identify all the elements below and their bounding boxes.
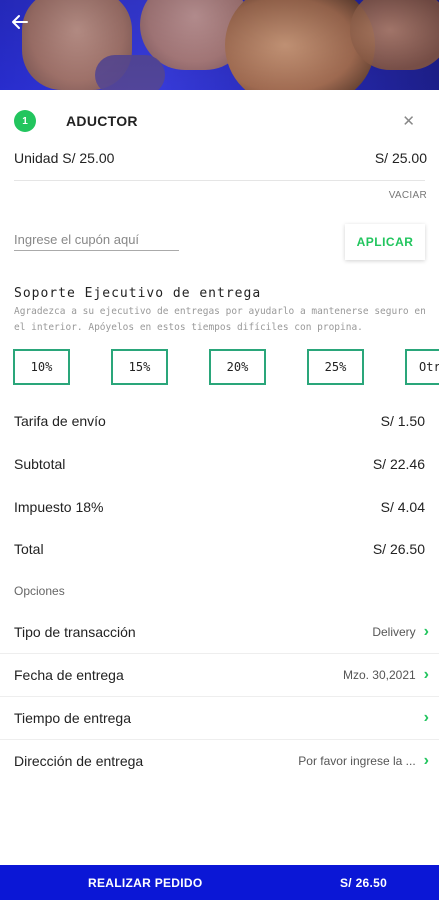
shipping-fee-value: S/ 1.50	[380, 413, 425, 429]
arrow-left-icon[interactable]	[10, 12, 34, 36]
total-row: Total S/ 26.50	[14, 541, 425, 557]
unit-price-row: Unidad S/ 25.00 S/ 25.00	[14, 150, 427, 166]
subtotal-label: Subtotal	[14, 456, 66, 472]
option-label: Tiempo de entrega	[14, 709, 131, 726]
quantity-badge: 1	[14, 110, 36, 132]
hero-banner-image	[0, 0, 439, 90]
chevron-right-icon: ›	[423, 708, 429, 726]
place-order-label: REALIZAR PEDIDO	[88, 875, 203, 890]
option-label: Fecha de entrega	[14, 666, 124, 683]
chevron-right-icon: ›	[423, 665, 429, 683]
total-label: Total	[14, 541, 44, 557]
option-value: Por favor ingrese la ...	[298, 753, 416, 768]
order-total: S/ 26.50	[340, 875, 388, 890]
option-row-delivery-time[interactable]: Tiempo de entrega ›	[14, 696, 429, 739]
chevron-right-icon: ›	[423, 622, 429, 640]
unit-price-label: Unidad S/ 25.00	[14, 150, 115, 166]
tip-option-10[interactable]: 10%	[13, 349, 70, 385]
support-title: Soporte Ejecutivo de entrega	[14, 286, 262, 301]
option-label: Tipo de transacción	[14, 623, 136, 640]
apply-coupon-button[interactable]: APLICAR	[345, 224, 425, 260]
tip-option-other[interactable]: Otr	[405, 349, 439, 385]
option-row-delivery-date[interactable]: Fecha de entrega Mzo. 30,2021 ›	[14, 653, 429, 696]
support-description: Agradezca a su ejecutivo de entregas por…	[14, 306, 426, 333]
tax-label: Impuesto 18%	[14, 499, 104, 515]
option-row-transaction-type[interactable]: Tipo de transacción Delivery ›	[14, 610, 429, 653]
tip-option-15[interactable]: 15%	[111, 349, 168, 385]
options-heading: Opciones	[14, 584, 65, 598]
chevron-right-icon: ›	[423, 751, 429, 769]
coupon-input[interactable]	[14, 229, 179, 251]
tax-row: Impuesto 18% S/ 4.04	[14, 499, 425, 515]
shipping-fee-row: Tarifa de envío S/ 1.50	[14, 413, 425, 429]
place-order-bar[interactable]: REALIZAR PEDIDO S/ 26.50	[0, 865, 439, 900]
clear-cart-button[interactable]: VACIAR	[389, 190, 427, 201]
shipping-fee-label: Tarifa de envío	[14, 413, 106, 429]
close-icon[interactable]: ✕	[402, 112, 415, 130]
subtotal-value: S/ 22.46	[372, 456, 425, 472]
option-row-delivery-address[interactable]: Dirección de entrega Por favor ingrese l…	[14, 739, 429, 782]
unit-price-total: S/ 25.00	[374, 150, 427, 166]
cart-item-header: 1 ADUCTOR ✕	[14, 109, 425, 133]
tax-value: S/ 4.04	[380, 499, 425, 515]
total-value: S/ 26.50	[372, 541, 425, 557]
tip-option-25[interactable]: 25%	[307, 349, 364, 385]
item-name: ADUCTOR	[66, 113, 138, 129]
tip-option-20[interactable]: 20%	[209, 349, 266, 385]
tip-options: 10% 15% 20% 25% Otr	[13, 349, 439, 385]
subtotal-row: Subtotal S/ 22.46	[14, 456, 425, 472]
banner-shade	[0, 0, 439, 90]
option-value: Delivery	[372, 624, 416, 639]
divider	[14, 180, 425, 181]
option-value: Mzo. 30,2021	[342, 667, 416, 682]
option-label: Dirección de entrega	[14, 752, 144, 769]
